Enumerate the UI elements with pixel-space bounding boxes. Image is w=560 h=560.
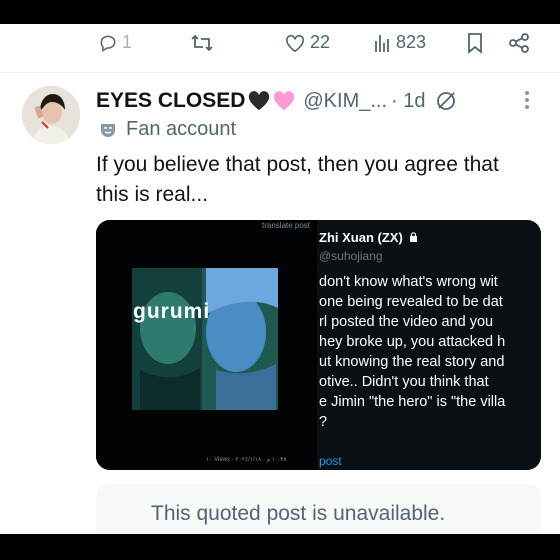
post-header: EYES CLOSED @KIM_... · 1d [96, 86, 458, 116]
avatar[interactable] [22, 86, 80, 144]
lock-icon [409, 230, 418, 245]
mask-icon [101, 123, 115, 137]
views-line: ١٠ Views · ١٠:٣٨ م · ٢٠٢٤/١/١٨ [206, 457, 287, 463]
post-time[interactable]: · 1d [391, 90, 425, 113]
embedded-line: ut knowing the real story and [319, 354, 505, 370]
heart-icon [286, 34, 304, 52]
media-attachment[interactable]: gurumi ١٠ Views · ١٠:٣٨ م · ٢٠٢٤/١/١٨ tr… [96, 220, 541, 470]
more-options-button[interactable] [524, 90, 530, 115]
quoted-post-text: This quoted post is unavailable. [151, 502, 446, 525]
reply-button[interactable]: 1 [98, 32, 132, 53]
reply-count: 1 [122, 32, 133, 52]
account-label: Fan account [98, 118, 236, 141]
bookmark-icon [468, 33, 482, 54]
name-emojis [247, 90, 297, 112]
share-button[interactable] [508, 32, 530, 54]
repost-button[interactable] [190, 32, 214, 54]
embedded-line: one being revealed to be dat [319, 294, 503, 310]
action-bar: 1 22 823 [0, 24, 560, 68]
embedded-display-name: Zhi Xuan (ZX) [319, 230, 418, 245]
pink-heart-icon [274, 91, 295, 110]
embedded-line: rl posted the video and you [319, 314, 494, 330]
embedded-text: don't know what's wrong wit one being re… [319, 272, 541, 432]
like-count: 22 [310, 32, 331, 52]
view-count: 823 [396, 32, 427, 52]
photo-left[interactable]: gurumi ١٠ Views · ١٠:٣٨ م · ٢٠٢٤/١/١٨ [96, 220, 314, 470]
post-divider [0, 72, 560, 73]
bookmark-button[interactable] [466, 32, 484, 54]
display-name[interactable]: EYES CLOSED [96, 89, 245, 113]
repost-icon [191, 34, 213, 52]
embedded-name-text: Zhi Xuan (ZX) [319, 230, 403, 245]
embedded-line: ? [319, 414, 328, 430]
photo-right-screenshot[interactable]: translate post Zhi Xuan (ZX) @suhojiang … [262, 220, 541, 470]
like-button[interactable]: 22 [284, 32, 330, 53]
reply-icon [100, 35, 116, 52]
post-text: If you believe that post, then you agree… [96, 153, 499, 206]
views-button[interactable]: 823 [374, 32, 426, 53]
embedded-line: don't know what's wrong wit [319, 274, 498, 290]
embedded-line: e Jimin "the hero" is "the villa [319, 394, 506, 410]
embedded-handle: @suhojiang [319, 249, 383, 263]
couple-photo [96, 220, 314, 470]
translate-tag: translate post [262, 221, 311, 230]
analytics-icon [375, 34, 389, 52]
avatar-photo [22, 86, 80, 144]
more-vertical-icon [525, 91, 529, 109]
grok-icon[interactable] [434, 89, 458, 113]
image-caption: gurumi [133, 300, 211, 323]
user-handle[interactable]: @KIM_... [303, 90, 387, 113]
quoted-post-unavailable[interactable]: This quoted post is unavailable. [96, 484, 541, 534]
account-label-text: Fan account [126, 118, 237, 140]
embedded-footer: post [319, 454, 342, 468]
post-screen: 1 22 823 EYES CLOSED @KIM_... · 1d Fan a… [0, 24, 560, 534]
screen-frame: 1 22 823 EYES CLOSED @KIM_... · 1d Fan a… [0, 0, 560, 560]
embedded-line: otive.. Didn't you think that [319, 374, 489, 390]
black-heart-icon [249, 91, 270, 110]
share-icon [509, 33, 529, 53]
embedded-line: hey broke up, you attacked h [319, 334, 506, 350]
